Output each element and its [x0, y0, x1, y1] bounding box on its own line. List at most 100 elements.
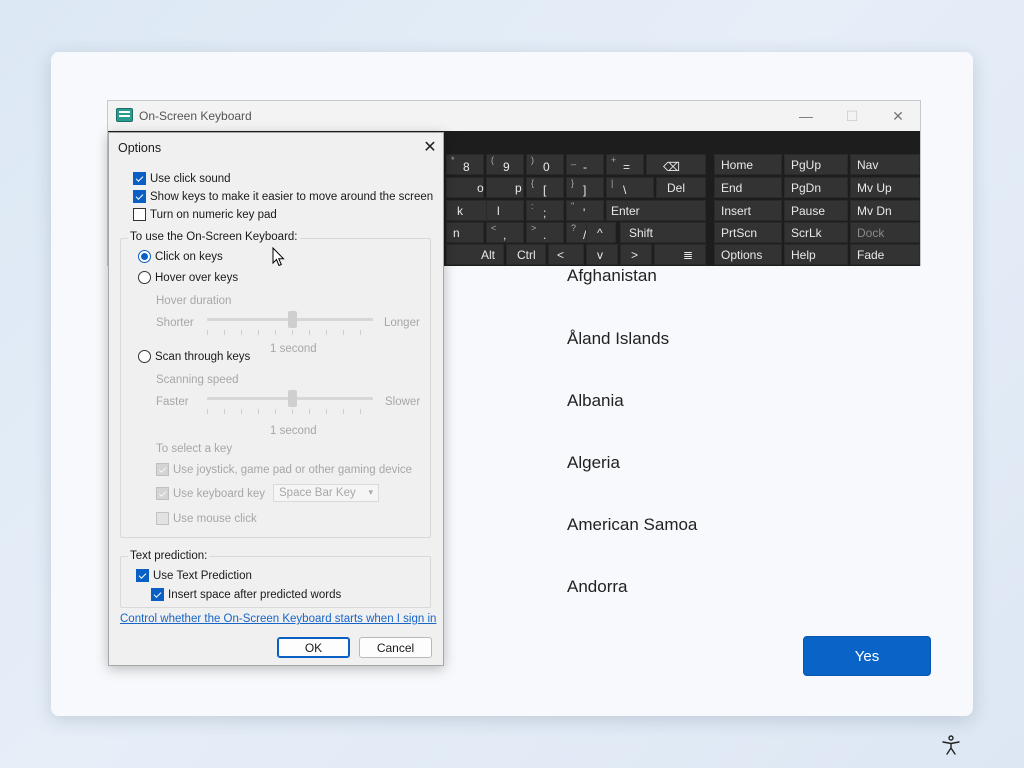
key-pgup[interactable]: PgUp: [784, 154, 848, 175]
group-label: To use the On-Screen Keyboard:: [128, 231, 300, 243]
key-fade[interactable]: Fade: [850, 244, 920, 265]
checkbox-label: Insert space after predicted words: [168, 588, 342, 601]
osk-titlebar[interactable]: On-Screen Keyboard — ☐ ✕: [108, 101, 920, 131]
checkbox-checked-icon: [151, 588, 164, 601]
key-right-arrow[interactable]: >: [620, 244, 652, 265]
checkbox-unchecked-icon: [156, 512, 169, 525]
key-o[interactable]: o: [446, 177, 484, 198]
key-equals[interactable]: + =: [606, 154, 644, 175]
menu-key-icon[interactable]: ≣: [654, 244, 706, 265]
control-startup-link[interactable]: Control whether the On-Screen Keyboard s…: [120, 613, 436, 625]
radio-label: Click on keys: [155, 250, 223, 263]
click-on-keys-radio[interactable]: Click on keys: [138, 250, 223, 263]
dialog-title: Options: [118, 141, 162, 155]
scan-through-keys-radio[interactable]: Scan through keys: [138, 350, 250, 363]
key-n[interactable]: n: [446, 222, 484, 243]
close-icon[interactable]: ✕: [419, 136, 441, 158]
hover-over-keys-radio[interactable]: Hover over keys: [138, 271, 238, 284]
key-9[interactable]: (9: [486, 154, 524, 175]
checkbox-label: Turn on numeric key pad: [150, 208, 277, 221]
key-shift[interactable]: Shift: [620, 222, 706, 243]
key-prtscn[interactable]: PrtScn: [714, 222, 782, 243]
slider-ticks: [207, 409, 373, 414]
key-del[interactable]: Del: [656, 177, 706, 198]
key-mv-dn[interactable]: Mv Dn: [850, 200, 920, 221]
country-item[interactable]: American Samoa: [567, 515, 697, 535]
backspace-icon: ⌫: [663, 160, 680, 174]
cancel-button[interactable]: Cancel: [359, 637, 432, 658]
use-click-sound-checkbox[interactable]: Use click sound: [133, 172, 231, 185]
accessibility-icon[interactable]: [940, 734, 962, 756]
use-joystick-checkbox[interactable]: Use joystick, game pad or other gaming d…: [156, 463, 412, 476]
country-item[interactable]: Algeria: [567, 453, 620, 473]
key-backspace[interactable]: ⌫: [646, 154, 706, 175]
key-bracket-right[interactable]: }]: [566, 177, 604, 198]
checkbox-label: Use joystick, game pad or other gaming d…: [173, 463, 413, 476]
key-left-arrow[interactable]: <: [548, 244, 584, 265]
country-item[interactable]: Andorra: [567, 577, 627, 597]
key-insert[interactable]: Insert: [714, 200, 782, 221]
key-end[interactable]: End: [714, 177, 782, 198]
keyboard-icon: [116, 108, 133, 122]
key-pause[interactable]: Pause: [784, 200, 848, 221]
faster-label: Faster: [156, 396, 189, 408]
key-pgdn[interactable]: PgDn: [784, 177, 848, 198]
group-label: Text prediction:: [128, 550, 210, 562]
minimize-button[interactable]: —: [792, 105, 820, 127]
country-item[interactable]: Albania: [567, 391, 624, 411]
maximize-button[interactable]: ☐: [838, 105, 866, 127]
scan-value: 1 second: [270, 425, 317, 437]
slider-thumb[interactable]: [288, 390, 297, 407]
key-bracket-left[interactable]: {[: [526, 177, 564, 198]
key-period[interactable]: >.: [526, 222, 564, 243]
show-keys-checkbox[interactable]: Show keys to make it easier to move arou…: [133, 190, 433, 203]
radio-label: Hover over keys: [155, 271, 239, 284]
key-l[interactable]: l: [486, 200, 524, 221]
key-alt[interactable]: Alt: [446, 244, 504, 265]
key-dock[interactable]: Dock: [850, 222, 920, 243]
checkbox-unchecked-icon: [133, 208, 146, 221]
key-8[interactable]: * 8: [446, 154, 484, 175]
numeric-pad-checkbox[interactable]: Turn on numeric key pad: [133, 208, 277, 221]
slider-ticks: [207, 330, 373, 335]
slower-label: Slower: [385, 396, 421, 408]
key-backslash[interactable]: | \: [606, 177, 654, 198]
key-quote[interactable]: " ': [566, 200, 604, 221]
key-minus[interactable]: _ -: [566, 154, 604, 175]
key-p[interactable]: p: [486, 177, 524, 198]
close-button[interactable]: ✕: [884, 105, 912, 127]
key-scrlk[interactable]: ScrLk: [784, 222, 848, 243]
key-enter[interactable]: Enter: [606, 200, 706, 221]
key-mv-up[interactable]: Mv Up: [850, 177, 920, 198]
slider-thumb[interactable]: [288, 311, 297, 328]
key-ctrl[interactable]: Ctrl: [506, 244, 546, 265]
mouse-cursor-icon: [272, 247, 285, 267]
country-item[interactable]: Åland Islands: [567, 329, 669, 349]
use-keyboard-key-checkbox[interactable]: Use keyboard key: [156, 487, 265, 500]
to-select-key-label: To select a key: [156, 443, 233, 455]
key-up-arrow[interactable]: ^: [586, 222, 616, 243]
insert-space-checkbox[interactable]: Insert space after predicted words: [151, 588, 341, 601]
ok-button[interactable]: OK: [277, 637, 350, 658]
key-home[interactable]: Home: [714, 154, 782, 175]
checkbox-label: Use mouse click: [173, 512, 257, 525]
yes-button[interactable]: Yes: [803, 636, 931, 676]
country-item[interactable]: Afghanistan: [567, 266, 657, 286]
key-0[interactable]: ) 0: [526, 154, 564, 175]
checkbox-checked-icon: [133, 172, 146, 185]
use-mouse-click-checkbox[interactable]: Use mouse click: [156, 512, 257, 525]
key-help[interactable]: Help: [784, 244, 848, 265]
select-value: Space Bar Key: [279, 487, 356, 499]
checkbox-checked-icon: [133, 190, 146, 203]
checkbox-checked-icon: [136, 569, 149, 582]
key-down-arrow[interactable]: v: [586, 244, 618, 265]
key-nav[interactable]: Nav: [850, 154, 920, 175]
key-comma[interactable]: <,: [486, 222, 524, 243]
keyboard-key-select[interactable]: Space Bar Key ▾: [273, 484, 379, 502]
checkbox-label: Show keys to make it easier to move arou…: [150, 190, 434, 203]
key-options[interactable]: Options: [714, 244, 782, 265]
use-text-prediction-checkbox[interactable]: Use Text Prediction: [136, 569, 252, 582]
hover-duration-label: Hover duration: [156, 295, 232, 307]
key-semicolon[interactable]: :;: [526, 200, 564, 221]
hover-value: 1 second: [270, 343, 317, 355]
